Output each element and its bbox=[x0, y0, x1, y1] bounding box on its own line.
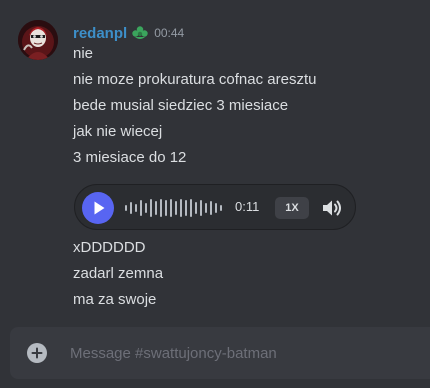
message-line: bede musial siedziec 3 miesiace bbox=[73, 97, 289, 114]
message-composer bbox=[10, 327, 430, 379]
play-button[interactable] bbox=[82, 192, 114, 224]
message-line: 3 miesiace do 12 bbox=[73, 149, 187, 166]
message-group: redanpl 00:44 nie nie moze prokuratura c… bbox=[0, 0, 430, 325]
message-header: redanpl 00:44 bbox=[73, 23, 184, 43]
voice-message: 0:11 1X bbox=[74, 184, 356, 230]
message-line: nie bbox=[73, 45, 94, 62]
message-line: ma za swoje bbox=[73, 291, 157, 308]
plus-circle-icon[interactable] bbox=[26, 342, 48, 364]
message-line: nie moze prokuratura cofnac aresztu bbox=[73, 71, 317, 88]
waveform[interactable] bbox=[125, 197, 225, 219]
message-line: jak nie wiecej bbox=[73, 123, 163, 140]
play-icon bbox=[94, 201, 105, 215]
username[interactable]: redanpl bbox=[73, 25, 127, 42]
avatar[interactable] bbox=[18, 20, 58, 60]
message-line: zadarl zemna bbox=[73, 265, 164, 282]
voice-duration: 0:11 bbox=[235, 199, 260, 214]
timestamp: 00:44 bbox=[154, 26, 185, 40]
green-badge-icon bbox=[131, 25, 149, 41]
speaker-icon[interactable] bbox=[320, 196, 344, 220]
chat-view: redanpl 00:44 nie nie moze prokuratura c… bbox=[0, 0, 430, 388]
message-input[interactable] bbox=[70, 327, 420, 379]
playback-speed-button[interactable]: 1X bbox=[275, 197, 309, 219]
message-line: xDDDDDD bbox=[73, 239, 146, 256]
